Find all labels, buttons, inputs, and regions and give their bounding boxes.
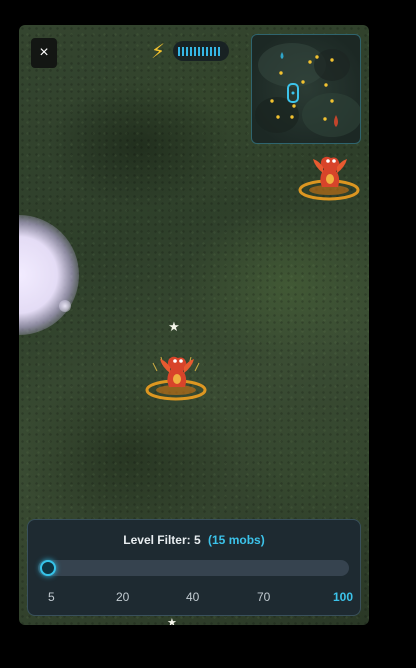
minimap-mob-dot (270, 99, 274, 103)
level-option-20[interactable]: 20 (116, 590, 129, 604)
level-option-70[interactable]: 70 (257, 590, 270, 604)
level-slider-thumb[interactable] (40, 560, 56, 576)
level-filter-panel: Level Filter: 5 (15 mobs) 5 20 40 70 100 (27, 519, 361, 616)
minimap-mob-dot (308, 60, 312, 64)
level-filter-title: Level Filter: 5 (15 mobs) (28, 533, 360, 547)
minimap-mob-dot (324, 83, 328, 87)
dragon-mob[interactable]: ★ (141, 319, 211, 403)
minimap-mob-dot (292, 104, 296, 108)
close-button[interactable]: × (31, 38, 57, 68)
level-option-40[interactable]: 40 (186, 590, 199, 604)
minimap-mob-dot (330, 58, 334, 62)
level-filter-value: 5 (193, 533, 201, 547)
energy-bar-track (173, 41, 229, 61)
mob-count: (15 mobs) (208, 533, 265, 547)
minimap[interactable] (251, 34, 361, 144)
dragon-mob[interactable] (294, 133, 364, 203)
minimap-mob-dot (330, 99, 334, 103)
energy-meter: ⚡ (151, 40, 231, 64)
level-slider-ticks: 5 20 40 70 100 (28, 590, 360, 604)
energy-bar-fill (178, 47, 222, 56)
minimap-mob-dot (279, 71, 283, 75)
level-slider-track[interactable] (38, 560, 349, 576)
level-option-100[interactable]: 100 (333, 590, 353, 604)
light-fleck (59, 300, 71, 312)
level-filter-label: Level Filter: (123, 533, 191, 547)
minimap-mob-dot (276, 115, 280, 119)
lightning-icon: ⚡ (151, 41, 166, 63)
light-glow (19, 215, 79, 335)
minimap-mob-dot (315, 55, 319, 59)
minimap-mob-dot (301, 80, 305, 84)
minimap-mob-dot (323, 117, 327, 121)
star-icon: ★ (167, 617, 177, 625)
level-option-5[interactable]: 5 (48, 590, 55, 604)
minimap-mob-dot (290, 115, 294, 119)
